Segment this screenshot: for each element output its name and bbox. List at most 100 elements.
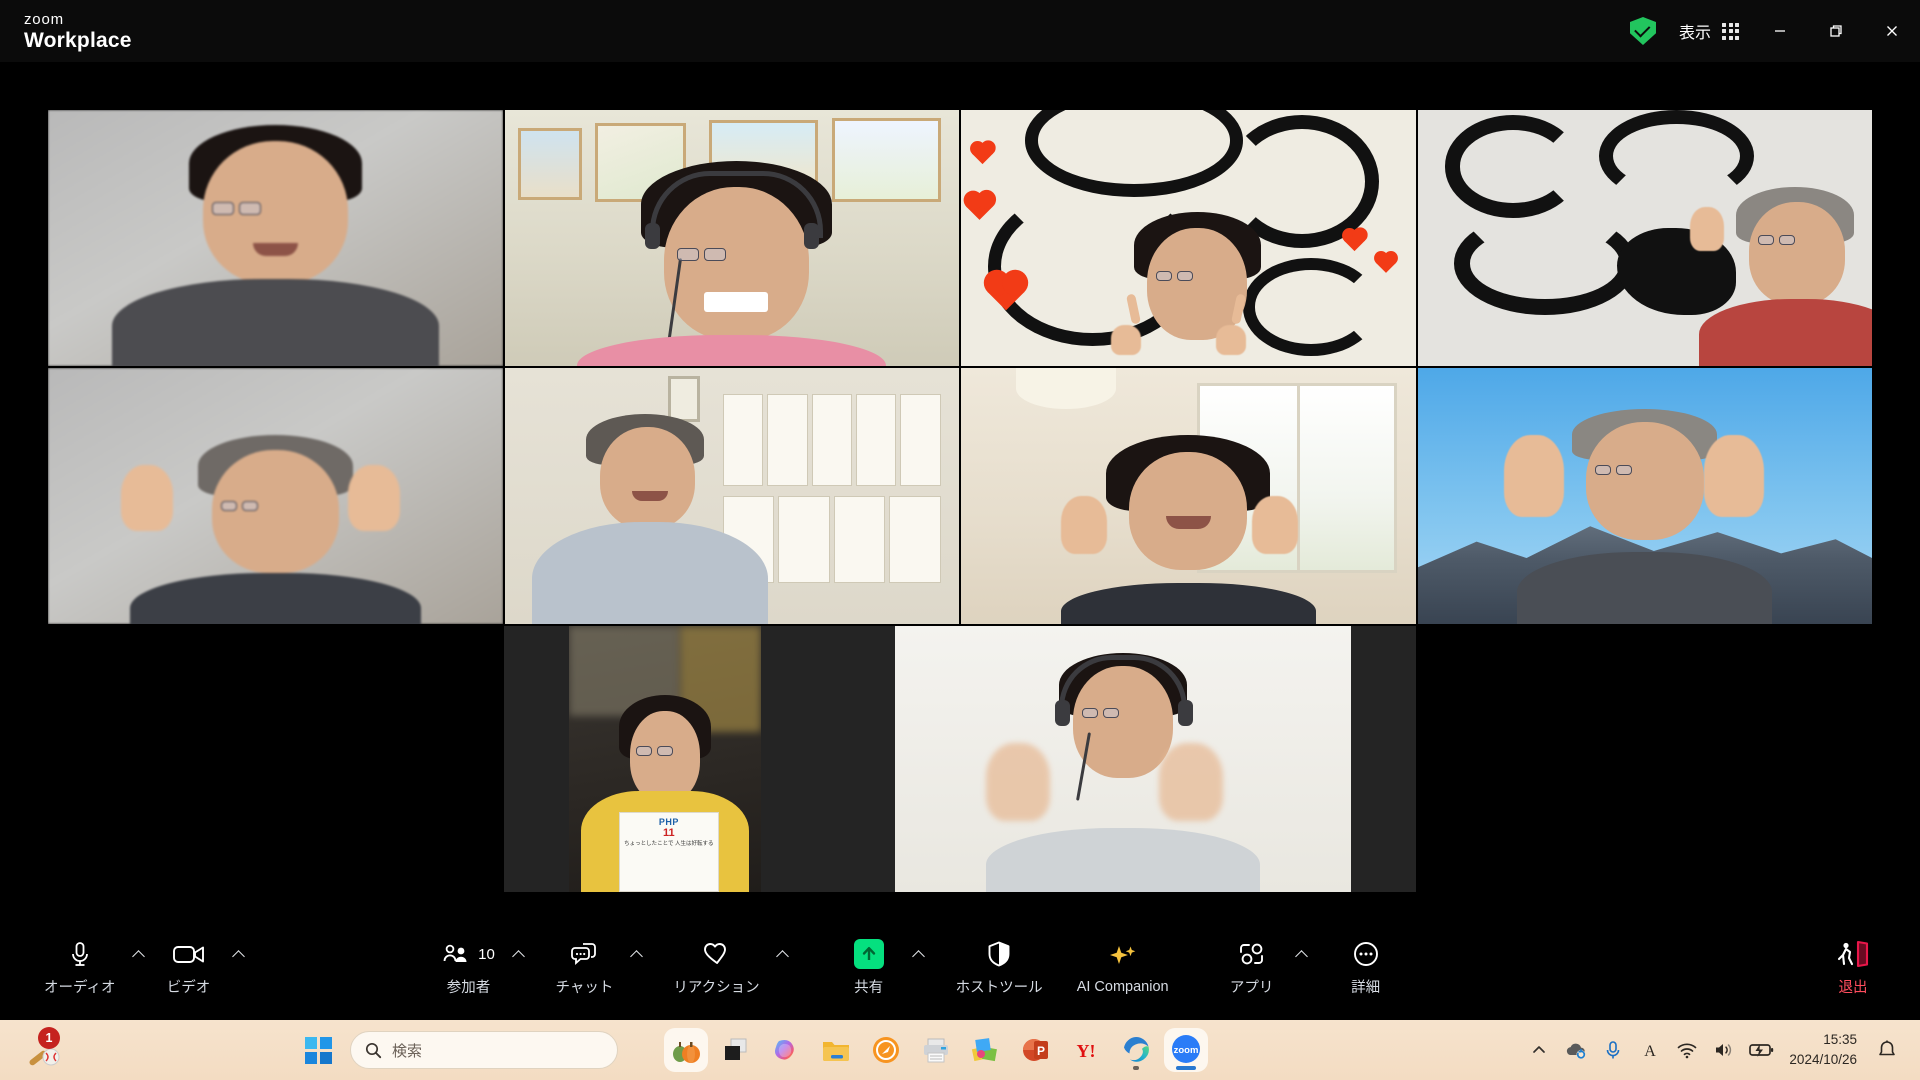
taskbar-app-file-explorer[interactable] xyxy=(814,1028,858,1072)
start-button[interactable] xyxy=(300,1028,344,1072)
people-icon: 10 xyxy=(442,937,495,971)
tray-overflow-button[interactable] xyxy=(1522,1028,1556,1072)
reactions-button[interactable]: リアクション xyxy=(663,929,769,1003)
video-feed: PHP 11 ちょっとしたことで 人生は好転する xyxy=(569,626,761,892)
shield-icon xyxy=(986,937,1012,971)
restore-button[interactable] xyxy=(1808,0,1864,62)
onedrive-sync-icon xyxy=(1567,1043,1586,1059)
taskbar-app-photos[interactable] xyxy=(964,1028,1008,1072)
audio-options-caret[interactable] xyxy=(126,943,152,989)
video-options-caret[interactable] xyxy=(226,943,252,989)
microphone-icon xyxy=(67,937,93,971)
search-input[interactable]: 検索 xyxy=(350,1031,618,1069)
ime-indicator[interactable]: A xyxy=(1633,1028,1667,1072)
video-label: ビデオ xyxy=(166,980,211,996)
apps-icon xyxy=(1237,937,1267,971)
taskbar-app-task-view[interactable] xyxy=(714,1028,758,1072)
search-placeholder: 検索 xyxy=(392,1042,423,1060)
share-options-caret[interactable] xyxy=(906,943,932,989)
ellipsis-icon xyxy=(1352,937,1380,971)
reactions-options-caret[interactable] xyxy=(770,943,796,989)
taskbar-clock[interactable]: 15:35 2024/10/26 xyxy=(1781,1030,1867,1069)
taskbar-apps: 検索 P Y! zoom xyxy=(300,1028,1522,1072)
participants-options-caret[interactable] xyxy=(506,943,532,989)
exit-door-icon xyxy=(1836,937,1870,971)
bell-icon xyxy=(1879,1040,1895,1056)
chat-options-caret[interactable] xyxy=(623,943,649,989)
view-layout-button[interactable]: 表示 xyxy=(1666,12,1752,50)
meeting-security-button[interactable] xyxy=(1620,17,1666,45)
green-shield-check-icon xyxy=(1629,17,1656,45)
video-feed xyxy=(48,368,503,624)
yahoo-icon: Y! xyxy=(1077,1041,1096,1061)
participant-tile[interactable]: PHP 11 ちょっとしたことで 人生は好転する xyxy=(569,626,761,892)
photos-icon xyxy=(971,1038,997,1062)
video-feed xyxy=(504,110,959,366)
more-button[interactable]: 詳細 xyxy=(1329,929,1403,1003)
wifi-icon xyxy=(1678,1043,1697,1059)
participant-tile-active-speaker[interactable] xyxy=(504,110,959,366)
minimize-button[interactable] xyxy=(1752,0,1808,62)
zoom-running-indicator xyxy=(1176,1066,1196,1070)
video-feed xyxy=(1417,110,1872,366)
notification-center-button[interactable] xyxy=(1870,1028,1904,1072)
chat-label: チャット xyxy=(555,980,614,996)
microphone-tray-icon[interactable] xyxy=(1596,1028,1630,1072)
apps-label: アプリ xyxy=(1229,980,1274,996)
share-arrow-icon xyxy=(853,937,884,971)
participant-grid-bottom-row: PHP 11 ちょっとしたことで 人生は好転する xyxy=(504,626,1416,892)
taskbar-app-edge[interactable] xyxy=(1114,1028,1158,1072)
participant-tile[interactable] xyxy=(48,110,503,366)
participant-tile[interactable] xyxy=(961,110,1416,366)
ime-a-icon: A xyxy=(1645,1043,1657,1060)
edge-icon xyxy=(1124,1037,1149,1062)
apps-options-caret[interactable] xyxy=(1289,943,1315,989)
participant-tile[interactable] xyxy=(48,368,503,624)
taskbar-app-powerpoint[interactable]: P xyxy=(1014,1028,1058,1072)
volume-tray-icon[interactable] xyxy=(1707,1028,1741,1072)
chat-bubble-icon xyxy=(569,937,599,971)
edge-running-indicator xyxy=(1133,1066,1139,1070)
zoom-title-bar: zoom Workplace 表示 xyxy=(0,0,1920,62)
powerpoint-icon: P xyxy=(1023,1039,1048,1061)
meeting-toolbar: オーディオ ビデオ 10 参加者 チャット リアクション 共有 ホストツール A… xyxy=(0,912,1920,1020)
share-button[interactable]: 共有 xyxy=(832,929,906,1003)
ai-companion-button[interactable]: AI Companion xyxy=(1067,932,1179,1001)
video-feed xyxy=(1417,368,1872,624)
wifi-tray-icon[interactable] xyxy=(1670,1028,1704,1072)
participant-tile[interactable] xyxy=(1417,110,1872,366)
host-tools-button[interactable]: ホストツール xyxy=(946,929,1053,1003)
taskbar-app-compass[interactable] xyxy=(864,1028,908,1072)
system-tray: A 15:35 2024/10/26 xyxy=(1522,1028,1920,1072)
apps-button[interactable]: アプリ xyxy=(1215,929,1289,1003)
ai-companion-label: AI Companion xyxy=(1076,978,1169,995)
participant-tile[interactable] xyxy=(895,626,1351,892)
taskbar-app-zoom[interactable]: zoom xyxy=(1164,1028,1208,1072)
battery-tray-icon[interactable] xyxy=(1744,1028,1778,1072)
participant-tile[interactable] xyxy=(504,368,959,624)
audio-button[interactable]: オーディオ xyxy=(34,929,126,1003)
share-label: 共有 xyxy=(854,980,884,996)
workplace-wordmark: Workplace xyxy=(24,28,132,52)
svg-text:zoom: zoom xyxy=(1174,1045,1199,1056)
chat-button[interactable]: チャット xyxy=(546,929,624,1003)
leave-meeting-button[interactable]: 退出 xyxy=(1816,929,1890,1003)
svg-text:Y!: Y! xyxy=(1077,1041,1096,1061)
taskbar-app-pumpkin-widget[interactable] xyxy=(664,1028,708,1072)
printer-icon xyxy=(924,1038,948,1063)
microphone-icon xyxy=(1607,1041,1620,1059)
video-button[interactable]: ビデオ xyxy=(152,929,226,1003)
taskbar-app-printer[interactable] xyxy=(914,1028,958,1072)
taskbar-app-yahoo-japan[interactable]: Y! xyxy=(1064,1028,1108,1072)
baseball-bat-icon[interactable]: 1 xyxy=(24,1027,66,1071)
onedrive-tray-icon[interactable] xyxy=(1559,1028,1593,1072)
taskbar-app-copilot[interactable] xyxy=(764,1028,808,1072)
participant-grid xyxy=(48,110,1872,624)
participant-tile[interactable] xyxy=(961,368,1416,624)
more-label: 詳細 xyxy=(1351,980,1381,996)
notification-badge: 1 xyxy=(38,1027,60,1049)
participants-button[interactable]: 10 参加者 xyxy=(432,929,506,1003)
folder-icon xyxy=(823,1042,849,1061)
participant-tile[interactable] xyxy=(1417,368,1872,624)
close-button[interactable] xyxy=(1864,0,1920,62)
